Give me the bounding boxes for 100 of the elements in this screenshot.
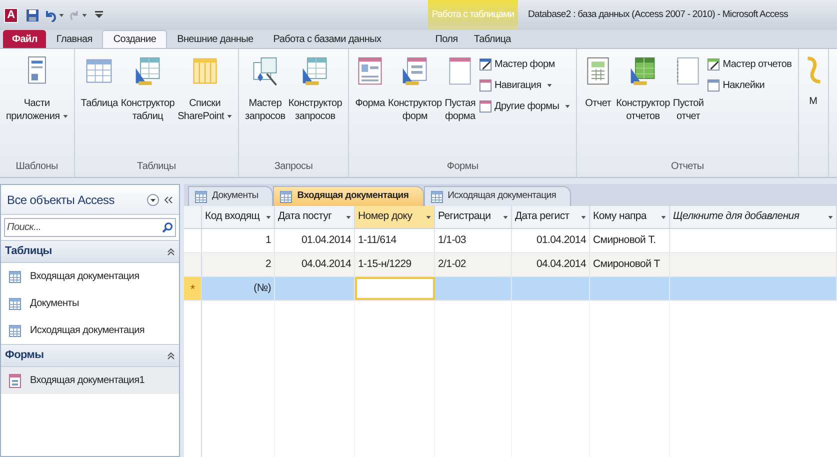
column-header[interactable]: Дата регист [512,206,590,228]
caret-icon [547,84,552,87]
ribbon-small-button[interactable]: Мастер форм [478,55,572,74]
table-icon [430,190,443,202]
chevron-up-icon [167,248,175,256]
column-header[interactable]: Номер доку [355,206,435,228]
group-header[interactable]: Таблицы [1,240,179,263]
column-header[interactable]: Код входящ [202,206,275,228]
group-label: Запросы [273,160,314,174]
window-title: Database2 : база данных (Access 2007 - 2010) - Microsoft Access [528,8,788,22]
table-icon [195,190,207,202]
ribbon-button[interactable]: Форма [354,55,386,110]
form-icon [9,374,21,388]
table-row[interactable]: 2 04.04.2014 1-15-н/1229 2/1-02 04.04.2014 Смироновой Т [184,253,837,277]
context-group-label: Работа с таблицами [432,8,514,21]
caret-icon [62,114,68,118]
ribbon-button[interactable]: Пустая форма [444,55,476,123]
chevron-up-icon [167,352,175,360]
group-header[interactable]: Формы [1,344,179,367]
ribbon-button[interactable]: Части приложения [5,55,69,123]
table-cell[interactable]: 1-15-н/1229 [355,253,435,276]
table-cell[interactable]: 1/1-03 [435,229,512,252]
ribbon-small-button[interactable]: Навигация [478,76,572,95]
ribbon-button[interactable]: Таблица [80,55,119,110]
wand-icon [706,58,720,71]
dropdown-icon[interactable] [147,194,159,206]
ribbon-button[interactable]: Списки SharePoint [176,55,234,123]
ribbon-button[interactable]: Отчет [582,55,614,110]
ribbon-tab[interactable]: Внешние данные [167,30,264,48]
document-tab[interactable]: Входящая документация [273,186,424,206]
ribbon-button[interactable]: Конструктор запросов [287,55,344,123]
ribbon-tab[interactable]: Поля [427,30,466,48]
column-header[interactable]: Щелкните для добавления [670,206,837,228]
group-label: Формы [446,160,480,174]
ribbon-button[interactable]: Пустой отчет [672,55,705,123]
macro-icon [804,55,822,85]
ribbon-tab[interactable]: Главная [46,30,102,48]
redo-icon[interactable] [69,9,79,21]
table-cell[interactable]: (№) [202,277,275,300]
table-cell[interactable]: 04.04.2014 [275,253,355,276]
search-field[interactable]: Поиск... [4,218,176,237]
ribbon-button[interactable]: Конструктор таблиц [120,55,176,123]
table-cell[interactable]: 1-11/614 [355,229,435,252]
wand-icon [478,58,492,71]
ribbon-small-button[interactable]: Другие формы [478,97,572,116]
caret-icon [565,105,570,108]
ribbon-button[interactable]: Конструктор отчетов [615,55,671,123]
nav-item[interactable]: Документы [1,290,179,317]
window-icon [478,79,492,92]
table-icon [9,324,21,336]
new-record-marker: * [190,280,195,298]
table-cell[interactable]: 01.04.2014 [275,229,355,252]
column-header[interactable]: Кому напра [590,206,670,228]
table-cell[interactable]: 04.04.2014 [512,253,590,276]
caret-icon [503,216,508,218]
table-icon [9,270,21,282]
nav-item[interactable]: Входящая документация [1,263,179,290]
table-cell[interactable]: 1 [202,229,275,252]
table-icon [280,190,292,202]
ribbon-tab[interactable]: Таблица [466,30,519,48]
table-cell[interactable]: 2/1-02 [435,253,512,276]
nav-item[interactable]: Исходящая документация [1,317,179,344]
save-icon[interactable] [26,8,39,22]
file-tab[interactable]: Файл [3,30,46,48]
caret-icon [227,114,232,118]
undo-icon[interactable] [44,8,56,22]
caret-icon [581,216,586,218]
caret-icon [828,216,833,218]
ribbon-button[interactable]: Мастер запросов [244,55,286,123]
ribbon-tab[interactable]: Работа с базами данных [263,30,392,48]
table-row[interactable]: 1 01.04.2014 1-11/614 1/1-03 01.04.2014 Смирновой Т. [184,229,837,253]
caret-icon [346,216,351,218]
caret-icon [266,216,271,218]
group-label: Шаблоны [14,160,59,174]
table-cell[interactable]: Смироновой Т [590,253,670,276]
table-cell[interactable]: 01.04.2014 [512,229,590,252]
ribbon-button[interactable]: Конструктор форм [387,55,443,123]
collapse-icon[interactable] [164,196,173,204]
pane-title: Все объекты Access [7,192,116,208]
nav-item[interactable]: Входящая документация1 [1,367,179,394]
window-icon [478,100,492,113]
customize-icon[interactable] [95,11,103,19]
column-header[interactable]: Регистраци [435,206,512,228]
table-row[interactable]: * (№) [184,277,837,301]
app-logo: A [4,8,18,22]
ribbon-tab[interactable]: Создание [102,30,168,48]
table-icon [9,298,21,310]
document-tab[interactable]: Документы [188,186,274,206]
table-cell[interactable]: Смирновой Т. [590,229,670,252]
table-cell[interactable]: 2 [202,253,275,276]
search-icon[interactable] [162,222,173,233]
ribbon-small-button[interactable]: Мастер отчетов [706,55,793,74]
ribbon-small-button[interactable]: Наклейки [706,76,793,95]
document-tab[interactable]: Исходящая документация [424,186,572,206]
caret-icon [661,216,666,218]
caret-icon [82,14,87,16]
caret-icon [59,14,64,16]
table-cell[interactable] [355,277,435,300]
ribbon-button[interactable]: М [804,55,823,108]
caret-icon [426,216,431,218]
